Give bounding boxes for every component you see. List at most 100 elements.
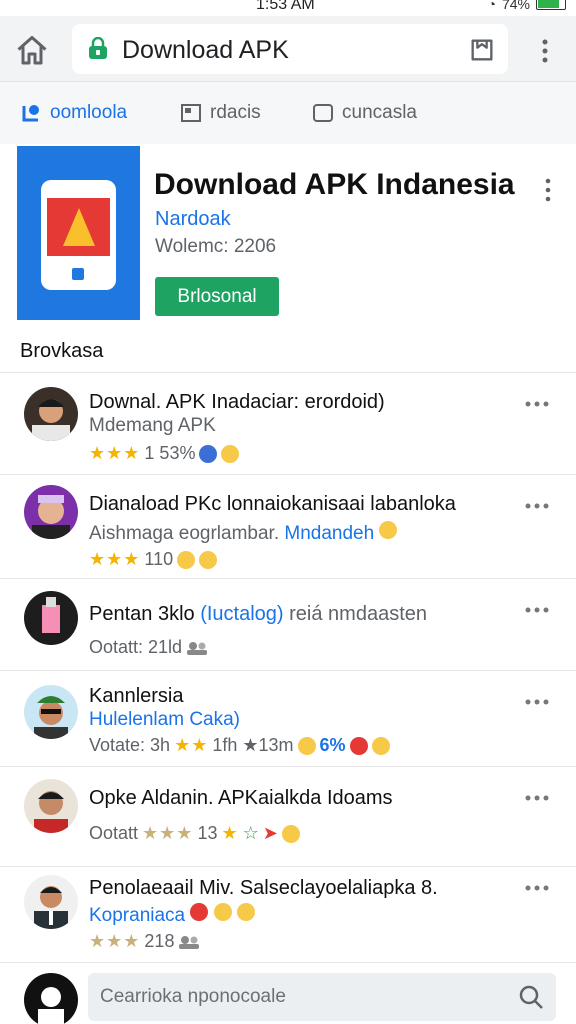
emoji-icon	[213, 903, 232, 921]
review-subtitle: Aishmaga eogrlambar. Mndandeh	[89, 521, 398, 545]
lock-icon	[89, 37, 107, 59]
review-meta: ★★★ 1 53%	[89, 443, 240, 464]
more-horiz-icon[interactable]	[524, 697, 550, 707]
app-icon[interactable]	[17, 146, 140, 320]
emoji-icon	[297, 736, 316, 755]
avatar	[24, 591, 78, 645]
star-outline-icon: ☆	[242, 823, 259, 843]
review-count: 1fh ★13m	[212, 735, 294, 755]
browser-toolbar: Download APK	[0, 16, 576, 82]
tab-cuncasla[interactable]: cuncasla	[312, 102, 417, 124]
review-meta: ★★★ 110	[89, 549, 218, 570]
review-count: 1 53%	[144, 443, 196, 463]
avatar	[24, 387, 78, 441]
review-subtitle: Ootatt: 21ld	[89, 637, 183, 657]
emoji-icon	[221, 444, 240, 463]
review-title: Penolaeaail Miv. Salseclayoelaliapka 8.	[89, 877, 438, 899]
star-rating: ★★★	[89, 549, 141, 569]
review-title: Kannlersia	[89, 685, 184, 707]
tab-label: cuncasla	[342, 102, 417, 123]
review-meta: ★★★ 218	[89, 931, 200, 952]
review-item[interactable]: Downal. APK Inadaciar: erordoid) Mdemang…	[0, 372, 576, 474]
emoji-icon	[281, 824, 300, 843]
status-time: 1:53 AM	[256, 0, 315, 13]
status-icons: ◔ 74%	[487, 0, 566, 12]
star-rating: ★★★	[89, 931, 141, 951]
more-horiz-icon[interactable]	[524, 605, 550, 615]
signal-icon: ◔	[487, 0, 496, 12]
review-item[interactable]: Kannlersia Hulelenlam Caka) Votate: 3h ★…	[0, 670, 576, 766]
section-title: Brovkasa	[20, 340, 104, 362]
review-count: 218	[144, 931, 175, 951]
search-input[interactable]	[100, 983, 500, 1011]
arrow-icon: ➤	[262, 823, 278, 843]
url-text: Download APK	[122, 36, 289, 64]
review-item[interactable]: Dianaload PKc lonnaiokanisaai labanloka …	[0, 474, 576, 578]
battery-icon	[536, 0, 566, 10]
review-link[interactable]: (Iuctalog)	[200, 603, 283, 625]
emoji-icon	[177, 550, 196, 569]
review-count: 110	[144, 549, 174, 569]
app-version: Wolemc: 2206	[155, 236, 277, 257]
status-bar: 1:53 AM ◔ 74%	[0, 0, 576, 16]
tabs-row: oomloola rdacis cuncasla	[0, 82, 576, 144]
review-subtitle: Ootatt	[89, 823, 139, 843]
tab-label: oomloola	[50, 102, 128, 123]
install-button[interactable]: Brlosonal	[155, 277, 279, 316]
globe-icon	[199, 444, 218, 463]
app-title: Download APK Indanesia	[154, 168, 515, 201]
review-title: Dianaload PKc lonnaiokanisaai labanloka	[89, 493, 456, 515]
review-title: Downal. APK Inadaciar: erordoid)	[89, 391, 385, 413]
emoji-icon	[236, 903, 255, 921]
search-icon[interactable]	[518, 984, 544, 1010]
emoji-icon	[190, 903, 209, 921]
more-horiz-icon[interactable]	[524, 793, 550, 803]
tab-icon[interactable]	[468, 36, 496, 64]
review-subtitle: Kopraniaca	[89, 903, 255, 927]
emoji-icon	[371, 736, 390, 755]
emoji-icon	[379, 521, 398, 539]
people-icon	[187, 641, 208, 655]
avatar	[24, 685, 78, 739]
home-icon[interactable]	[14, 33, 50, 69]
tab-rdacis[interactable]: rdacis	[180, 102, 261, 124]
star-rating: ★★	[174, 735, 209, 755]
review-meta: Ootatt ★★★ 13 ★ ☆ ➤	[89, 823, 300, 844]
review-title: Pentan 3klo (Iuctalog) reiá nmdaasten	[89, 603, 428, 625]
tab-oomloola[interactable]: oomloola	[20, 102, 127, 124]
tab-label: rdacis	[210, 102, 261, 123]
more-vert-icon[interactable]	[540, 176, 556, 204]
emoji-icon	[349, 736, 368, 755]
review-count: 13	[197, 823, 218, 843]
review-meta: Votate: 3h ★★ 1fh ★13m 6%	[89, 735, 390, 756]
star-rating: ★★★	[142, 823, 194, 843]
person-icon	[199, 550, 218, 569]
avatar	[24, 485, 78, 539]
review-item[interactable]: Penolaeaail Miv. Salseclayoelaliapka 8. …	[0, 866, 576, 962]
review-item[interactable]: Pentan 3klo (Iuctalog) reiá nmdaasten Oo…	[0, 578, 576, 670]
star-icon: ★	[221, 823, 239, 843]
battery-text: 74%	[501, 0, 530, 12]
star-rating: ★★★	[89, 443, 141, 463]
search-box	[88, 973, 556, 1021]
news-icon	[181, 104, 201, 122]
more-vert-icon[interactable]	[534, 36, 556, 66]
avatar[interactable]	[24, 973, 78, 1024]
square-icon	[313, 104, 333, 122]
review-item[interactable]: Opke Aldanin. APKaialkda Idoams Ootatt ★…	[0, 766, 576, 866]
people-icon	[179, 935, 200, 949]
avatar	[24, 779, 78, 833]
review-title: Opke Aldanin. APKaialkda Idoams	[89, 787, 393, 809]
phone-app-icon	[41, 180, 116, 290]
address-bar[interactable]: Download APK	[72, 24, 508, 74]
bottom-search-bar	[0, 962, 576, 1024]
review-meta: Ootatt: 21ld	[89, 637, 208, 658]
more-horiz-icon[interactable]	[524, 883, 550, 893]
app-developer-link[interactable]: Nardoak	[155, 208, 231, 231]
review-subtitle[interactable]: Hulelenlam Caka)	[89, 709, 240, 731]
more-horiz-icon[interactable]	[524, 501, 550, 511]
review-link[interactable]: Mndandeh	[284, 523, 374, 544]
download-icon	[22, 105, 39, 122]
more-horiz-icon[interactable]	[524, 399, 550, 409]
review-subtitle: Mdemang APK	[89, 415, 216, 436]
